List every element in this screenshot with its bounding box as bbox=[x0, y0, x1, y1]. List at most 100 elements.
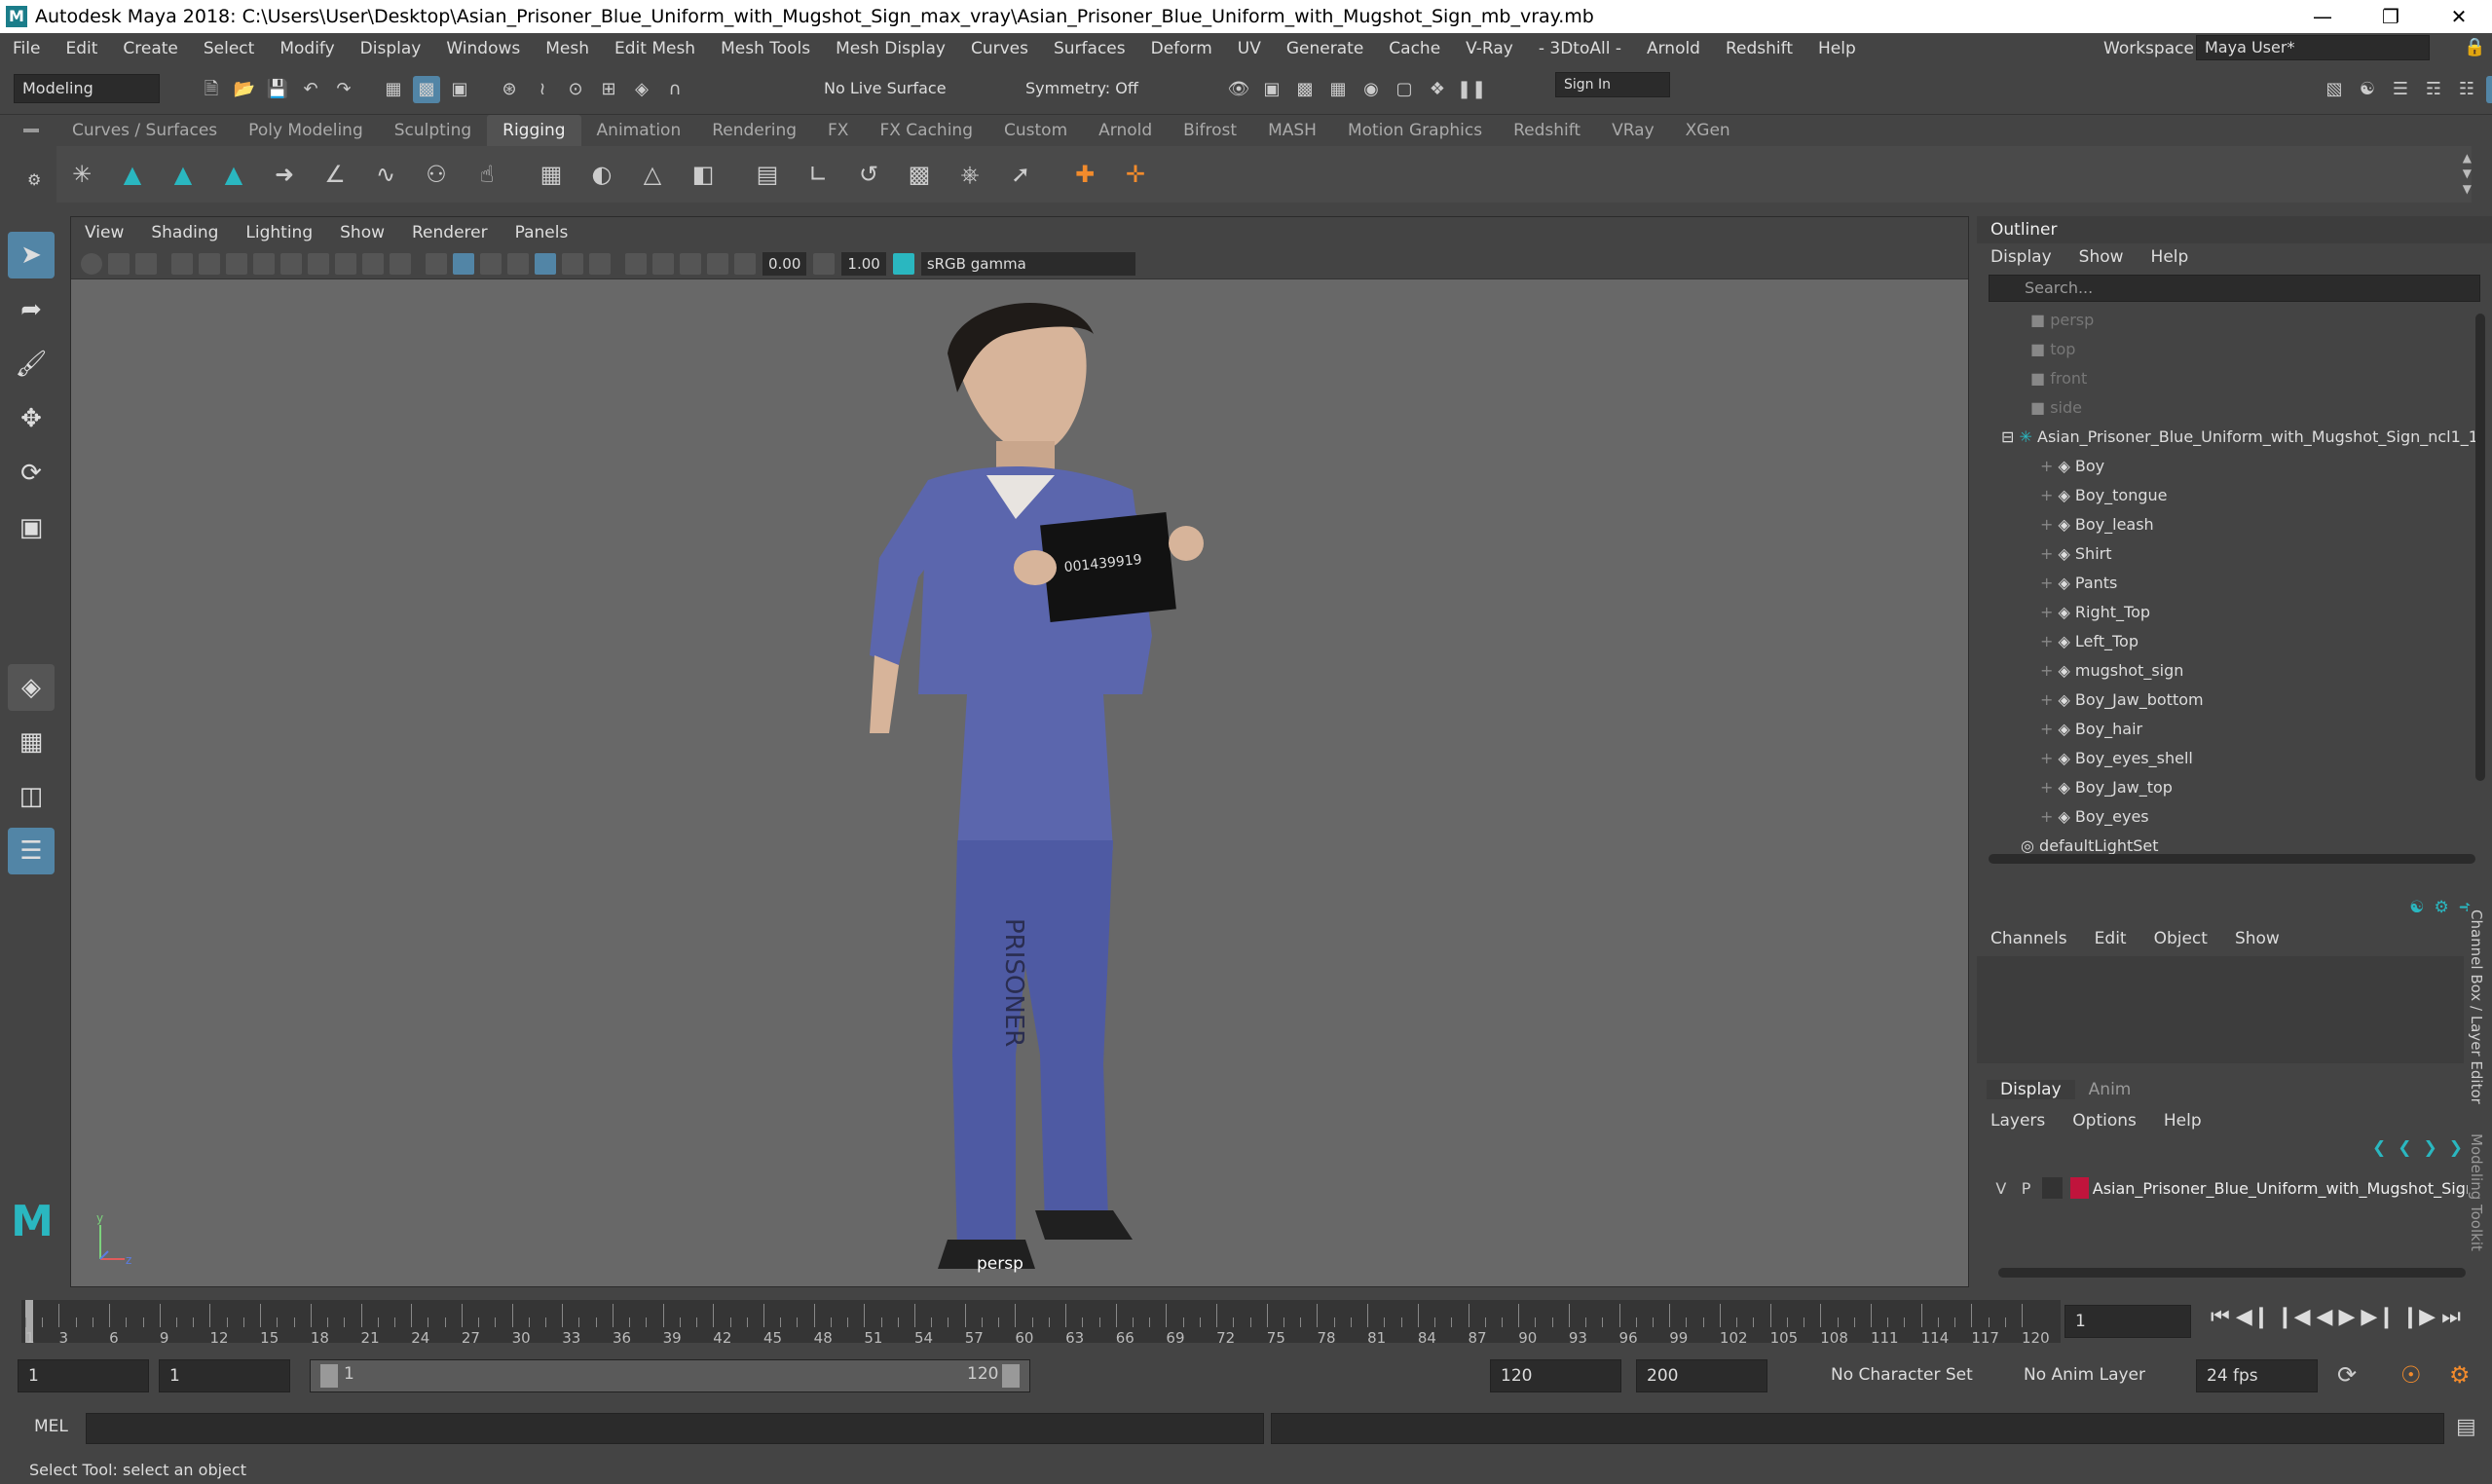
outliner-mesh-item[interactable]: + ◈ Left_Top bbox=[2030, 627, 2492, 656]
menu-item-0[interactable]: File bbox=[0, 33, 53, 64]
lighting-icon[interactable] bbox=[535, 252, 556, 275]
menu-item-7[interactable]: Mesh bbox=[533, 33, 602, 64]
outliner-layout-icon[interactable]: ☰ bbox=[8, 828, 55, 874]
exposure-icon[interactable] bbox=[734, 252, 756, 275]
wireframe-on-shaded-icon[interactable] bbox=[480, 252, 502, 275]
camera-attr-icon[interactable] bbox=[108, 252, 130, 275]
rotate-tool-icon[interactable]: ⟳ bbox=[8, 450, 55, 497]
hypershade-icon[interactable]: ◉ bbox=[1358, 76, 1385, 103]
live-surface-field[interactable]: No Live Surface bbox=[816, 75, 962, 104]
menu-item-10[interactable]: Mesh Display bbox=[823, 33, 958, 64]
layer-tab-1[interactable]: Anim bbox=[2075, 1080, 2145, 1099]
expand-icon[interactable]: + bbox=[2040, 632, 2059, 650]
playback-start-field[interactable]: 1 bbox=[159, 1359, 290, 1392]
outliner-mesh-item[interactable]: + ◈ mugshot_sign bbox=[2030, 656, 2492, 686]
menu-item-15[interactable]: Generate bbox=[1274, 33, 1376, 64]
single-pane-icon[interactable]: ◈ bbox=[8, 664, 55, 711]
character-model[interactable]: 001439919 PRISONER bbox=[811, 285, 1240, 1279]
shelf-tab-11[interactable]: MASH bbox=[1252, 115, 1332, 146]
grease-pencil-icon[interactable] bbox=[226, 252, 247, 275]
expand-icon[interactable]: + bbox=[2040, 749, 2059, 767]
lasso-tool-icon[interactable]: ➦ bbox=[8, 286, 55, 333]
menu-item-17[interactable]: V-Ray bbox=[1453, 33, 1526, 64]
menu-item-4[interactable]: Modify bbox=[267, 33, 347, 64]
locator-icon[interactable]: ✚ bbox=[1065, 155, 1104, 194]
constraint-scale-icon[interactable]: ▩ bbox=[900, 155, 939, 194]
layer-visibility-toggle[interactable]: V bbox=[1989, 1179, 2014, 1198]
viewport-menu-3[interactable]: Show bbox=[326, 217, 398, 248]
outliner-camera-item[interactable]: ■ side bbox=[2030, 393, 2492, 423]
workspace-select[interactable]: Maya User* bbox=[2196, 35, 2430, 60]
menu-item-5[interactable]: Display bbox=[348, 33, 434, 64]
cluster-icon[interactable]: ▦ bbox=[532, 155, 571, 194]
channels-menu-0[interactable]: Channels bbox=[1977, 925, 2081, 952]
select-object-icon[interactable]: ▩ bbox=[413, 76, 440, 103]
snap-live-icon[interactable]: ◈ bbox=[628, 76, 655, 103]
close-button[interactable]: ✕ bbox=[2425, 0, 2492, 33]
backface-icon[interactable] bbox=[707, 252, 728, 275]
range-end-handle[interactable] bbox=[1002, 1364, 1020, 1388]
gamma-icon[interactable] bbox=[813, 252, 836, 275]
outliner-camera-item[interactable]: ■ persp bbox=[2030, 306, 2492, 335]
new-scene-icon[interactable]: 🗎 bbox=[198, 76, 225, 103]
expand-icon[interactable]: + bbox=[2040, 778, 2059, 797]
textured-icon[interactable] bbox=[507, 252, 529, 275]
scale-tool-icon[interactable]: ▣ bbox=[8, 504, 55, 551]
outliner-menu-1[interactable]: Show bbox=[2065, 243, 2138, 271]
render-seq-icon[interactable]: ▢ bbox=[1391, 76, 1418, 103]
shelf-tab-10[interactable]: Bifrost bbox=[1168, 115, 1252, 146]
two-pane-icon[interactable]: ◫ bbox=[8, 773, 55, 820]
shelf-tab-1[interactable]: Poly Modeling bbox=[233, 115, 379, 146]
channels-menu-2[interactable]: Object bbox=[2140, 925, 2221, 952]
shelf-tab-9[interactable]: Arnold bbox=[1083, 115, 1168, 146]
range-start-handle[interactable] bbox=[320, 1364, 338, 1388]
snap-grid-icon[interactable]: ⊛ bbox=[496, 76, 523, 103]
lattice-icon[interactable]: ◐ bbox=[582, 155, 621, 194]
wireframe-icon[interactable] bbox=[426, 252, 447, 275]
menu-item-8[interactable]: Edit Mesh bbox=[602, 33, 708, 64]
select-tool-icon[interactable]: ➤ bbox=[8, 232, 55, 278]
paint-select-icon[interactable]: 🖌 bbox=[8, 341, 55, 388]
step-forward-frame-icon[interactable]: ▶❙ bbox=[2361, 1305, 2395, 1329]
shelf-tab-2[interactable]: Sculpting bbox=[379, 115, 487, 146]
isolate-select-icon[interactable] bbox=[625, 252, 647, 275]
lock-icon[interactable]: 🔒 bbox=[2464, 37, 2485, 57]
four-pane-icon[interactable]: ▦ bbox=[8, 719, 55, 765]
render-frame-icon[interactable]: 👁 bbox=[1225, 76, 1252, 103]
channel-list[interactable] bbox=[1977, 956, 2464, 1063]
shelf-tab-15[interactable]: XGen bbox=[1670, 115, 1746, 146]
layout-icon[interactable]: ▦ bbox=[2486, 76, 2492, 103]
outliner-mesh-item[interactable]: + ◈ Boy_Jaw_bottom bbox=[2030, 686, 2492, 715]
layer-tab-0[interactable]: Display bbox=[1987, 1080, 2075, 1099]
image-plane-icon[interactable] bbox=[171, 252, 193, 275]
move-layer-down-icon[interactable]: ❮ bbox=[2398, 1138, 2411, 1158]
command-input[interactable] bbox=[86, 1413, 1264, 1444]
expand-icon[interactable]: + bbox=[2040, 603, 2059, 621]
outliner-mesh-item[interactable]: + ◈ Shirt bbox=[2030, 539, 2492, 569]
constraint-pole-icon[interactable]: ➚ bbox=[1001, 155, 1040, 194]
skeleton-icon[interactable]: ▲ bbox=[113, 155, 152, 194]
expand-icon[interactable]: + bbox=[2040, 486, 2059, 504]
step-forward-key-icon[interactable]: ❙▶ bbox=[2401, 1305, 2436, 1329]
channel-box-side-tab[interactable]: Channel Box / Layer Editor bbox=[2468, 909, 2485, 1104]
menu-item-16[interactable]: Cache bbox=[1376, 33, 1453, 64]
shelf-tab-12[interactable]: Motion Graphics bbox=[1332, 115, 1498, 146]
open-scene-icon[interactable]: 📂 bbox=[231, 76, 258, 103]
go-to-end-icon[interactable]: ⏭ bbox=[2441, 1305, 2461, 1329]
current-frame-field[interactable]: 1 bbox=[2064, 1305, 2191, 1338]
pause-icon[interactable]: ❚❚ bbox=[1457, 76, 1486, 103]
viewport-menu-2[interactable]: Lighting bbox=[232, 217, 326, 248]
play-forward-icon[interactable]: ▶ bbox=[2338, 1305, 2355, 1329]
playback-end-field[interactable]: 120 bbox=[1490, 1359, 1621, 1392]
layer-row[interactable]: V P Asian_Prisoner_Blue_Uniform_with_Mug… bbox=[1989, 1173, 2475, 1203]
move-layer-up-icon[interactable]: ❮ bbox=[2372, 1138, 2386, 1158]
wrap-icon[interactable]: △ bbox=[633, 155, 672, 194]
tool-settings-icon[interactable]: ☶ bbox=[2420, 76, 2447, 103]
colorspace-select[interactable]: sRGB gamma bbox=[920, 251, 1135, 276]
undo-icon[interactable]: ↶ bbox=[297, 76, 324, 103]
expand-icon[interactable]: + bbox=[2040, 574, 2059, 592]
outliner-camera-item[interactable]: ■ front bbox=[2030, 364, 2492, 393]
grid-toggle-icon[interactable] bbox=[253, 252, 275, 275]
ipr-render-icon[interactable]: ▩ bbox=[1291, 76, 1319, 103]
outliner-camera-item[interactable]: ■ top bbox=[2030, 335, 2492, 364]
